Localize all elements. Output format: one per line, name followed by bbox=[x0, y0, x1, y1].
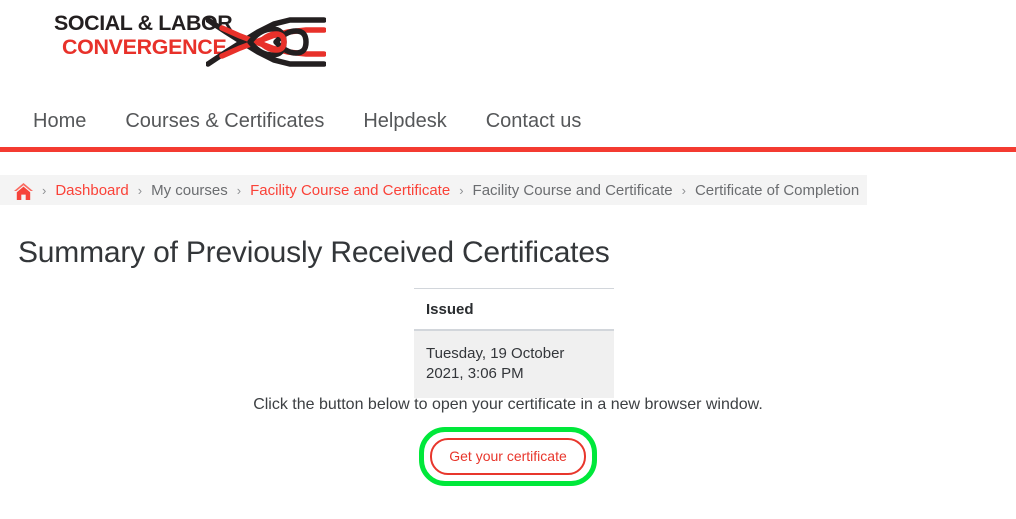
woven-rope-knot-icon bbox=[205, 16, 327, 73]
certificates-table-region: Issued Tuesday, 19 October 2021, 3:06 PM bbox=[0, 288, 1016, 398]
logo-line-1: SOCIAL & LABOR bbox=[54, 12, 233, 35]
breadcrumb-separator: › bbox=[42, 182, 47, 198]
site-header: SOCIAL & LABOR CONVERGENCE bbox=[0, 0, 1016, 95]
table-header-row: Issued bbox=[414, 288, 614, 331]
breadcrumb-item-facility-course-link[interactable]: Facility Course and Certificate bbox=[250, 182, 450, 199]
nav-item-home[interactable]: Home bbox=[33, 110, 86, 133]
breadcrumb-item-facility-course[interactable]: Facility Course and Certificate bbox=[473, 182, 673, 199]
table-column-header-issued: Issued bbox=[414, 288, 614, 331]
button-highlight-ring: Get your certificate bbox=[419, 427, 597, 486]
breadcrumb: › Dashboard › My courses › Facility Cour… bbox=[0, 175, 868, 205]
breadcrumb-item-my-courses[interactable]: My courses bbox=[151, 182, 228, 199]
nav-item-contact-us[interactable]: Contact us bbox=[486, 110, 582, 133]
breadcrumb-separator: › bbox=[459, 182, 464, 198]
breadcrumb-item-certificate-of-completion: Certificate of Completion bbox=[694, 181, 860, 199]
nav-item-helpdesk[interactable]: Helpdesk bbox=[363, 110, 446, 133]
get-your-certificate-button[interactable]: Get your certificate bbox=[430, 438, 586, 475]
page-title: Summary of Previously Received Certifica… bbox=[18, 236, 610, 269]
breadcrumb-separator: › bbox=[681, 182, 686, 198]
nav-item-courses-certificates[interactable]: Courses & Certificates bbox=[125, 110, 324, 133]
main-navigation: Home Courses & Certificates Helpdesk Con… bbox=[0, 95, 1016, 147]
certificates-table: Issued Tuesday, 19 October 2021, 3:06 PM bbox=[414, 288, 614, 398]
logo-line-2: CONVERGENCE bbox=[62, 36, 227, 59]
breadcrumb-separator: › bbox=[236, 182, 242, 198]
table-row: Tuesday, 19 October 2021, 3:06 PM bbox=[414, 330, 614, 398]
home-icon[interactable] bbox=[14, 182, 33, 200]
instruction-text: Click the button below to open your cert… bbox=[253, 396, 763, 413]
site-logo[interactable]: SOCIAL & LABOR CONVERGENCE bbox=[54, 13, 329, 73]
get-certificate-button-area: Get your certificate bbox=[0, 427, 1016, 486]
breadcrumb-item-dashboard[interactable]: Dashboard bbox=[55, 182, 128, 199]
logo-wordmark: SOCIAL & LABOR CONVERGENCE bbox=[54, 12, 233, 59]
table-cell-issued-date: Tuesday, 19 October 2021, 3:06 PM bbox=[414, 330, 614, 398]
breadcrumb-region: › Dashboard › My courses › Facility Cour… bbox=[0, 152, 1016, 205]
breadcrumb-separator: › bbox=[137, 182, 143, 198]
